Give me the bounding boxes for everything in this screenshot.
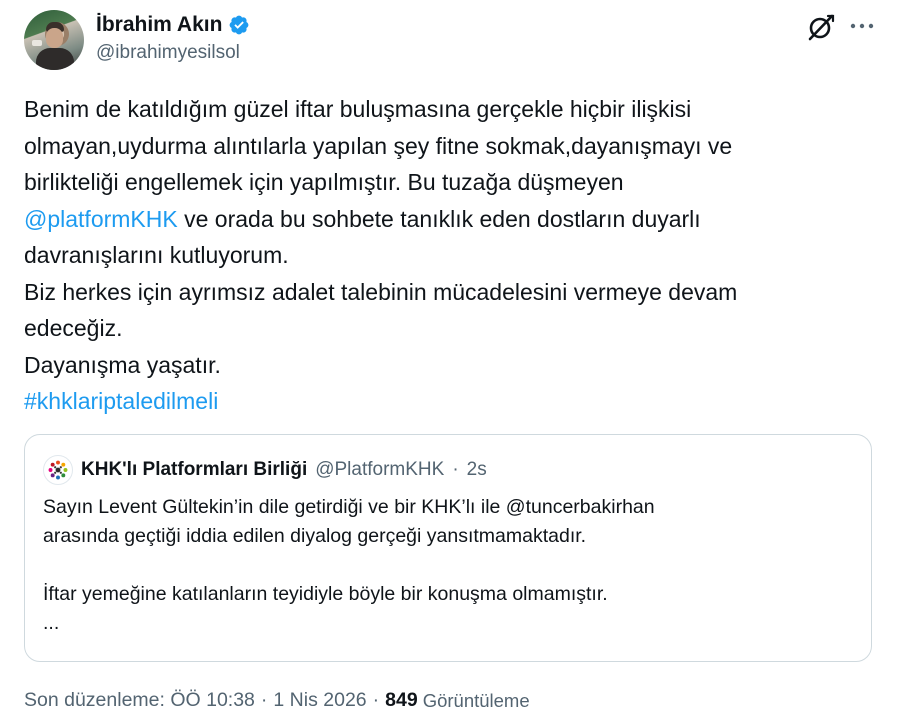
quoted-text-line: arasında geçtiği iddia edilen diyalog ge… [43, 525, 587, 547]
quoted-separator: · [452, 459, 459, 480]
quoted-text-line: Sayın Levent Gültekin’in dile getirdiği … [43, 496, 655, 518]
views-label: Görüntüleme [422, 689, 530, 711]
quoted-author-handle[interactable]: @PlatformKHK [315, 459, 444, 481]
quoted-tweet-text: Sayın Levent Gültekin’in dile getirdiği … [43, 493, 853, 638]
tweet-meta: Son düzenleme: ÖÖ 10:38 · 1 Nis 2026 · 8… [24, 689, 530, 712]
more-options-icon[interactable] [848, 12, 876, 40]
quoted-tweet-card[interactable]: KHK'lı Platformları Birliği @PlatformKHK… [24, 434, 872, 662]
edited-timestamp[interactable]: Son düzenleme: ÖÖ 10:38 [24, 689, 255, 712]
tweet: İbrahim Akın @ibrahimyesilsol Benim de k… [0, 0, 921, 718]
tweet-text: Benim de katıldığım güzel iftar buluşmas… [24, 91, 884, 420]
avatar-face [46, 28, 63, 48]
quoted-author-logo-icon[interactable] [43, 455, 73, 485]
mention-link[interactable]: @platformKHK [24, 206, 178, 232]
author-handle[interactable]: @ibrahimyesilsol [96, 42, 250, 64]
tweet-line: edeceğiz. [24, 315, 123, 341]
author-name-row: İbrahim Akın [96, 12, 250, 38]
tweet-line: olmayan,uydurma alıntılarla yapılan şey … [24, 132, 733, 159]
meta-separator: · [260, 689, 268, 711]
quoted-author-name[interactable]: KHK'lı Platformları Birliği [81, 459, 307, 481]
tweet-line: davranışlarını kutluyorum. [24, 242, 289, 268]
verified-badge-icon[interactable] [228, 14, 250, 36]
post-date[interactable]: 1 Nis 2026 [273, 689, 366, 712]
author-info: İbrahim Akın @ibrahimyesilsol [96, 12, 250, 64]
quoted-text-ellipsis: ... [43, 612, 60, 634]
quoted-text-line: İftar yemeğine katılanların teyidiyle bö… [43, 583, 608, 605]
meta-separator: · [372, 689, 380, 711]
avatar-microphone [32, 40, 42, 46]
quoted-tweet-header: KHK'lı Platformları Birliği @PlatformKHK… [43, 455, 487, 485]
tweet-line: Benim de katıldığım güzel iftar buluşmas… [24, 96, 692, 122]
hashtag-link[interactable]: #khklariptaledilmeli [24, 388, 218, 414]
quoted-timestamp[interactable]: 2s [467, 459, 487, 481]
tweet-line: Biz herkes için ayrımsız adalet talebini… [24, 278, 738, 305]
views-count: 849 [385, 689, 418, 711]
grok-icon[interactable] [806, 12, 836, 42]
tweet-line: ve orada bu sohbete tanıklık eden dostla… [177, 205, 701, 232]
author-display-name[interactable]: İbrahim Akın [96, 13, 222, 37]
author-avatar[interactable] [24, 10, 84, 70]
tweet-line: birlikteliği engellemek için yapılmıştır… [24, 169, 624, 195]
avatar-body [36, 48, 74, 70]
tweet-line: Dayanışma yaşatır. [24, 351, 221, 378]
